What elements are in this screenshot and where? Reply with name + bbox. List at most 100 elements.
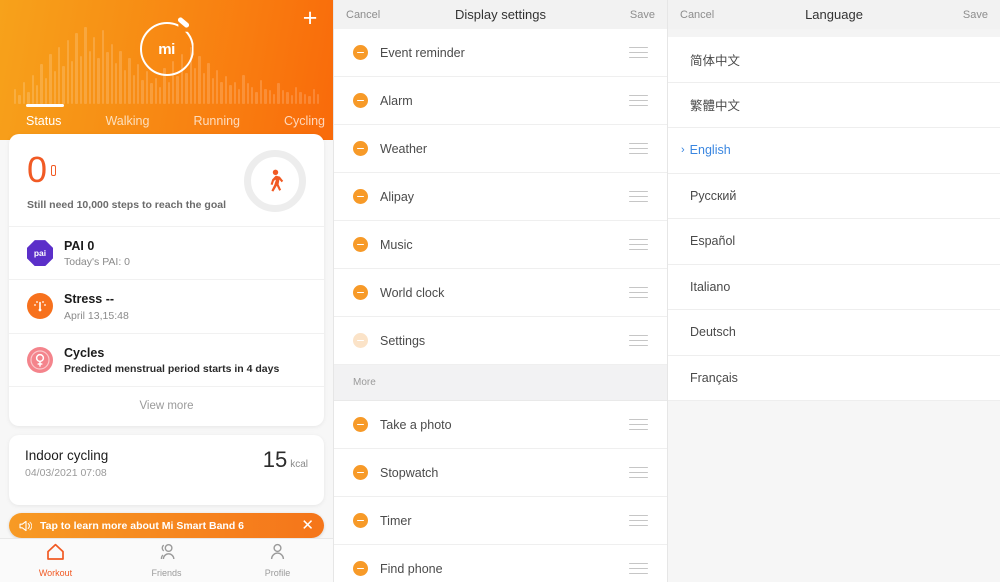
display-setting-row[interactable]: Alarm: [334, 77, 667, 125]
nav-item-label: Workout: [38, 568, 73, 578]
display-setting-label: Alarm: [380, 93, 413, 108]
promo-toast[interactable]: Tap to learn more about Mi Smart Band 6 …: [9, 513, 324, 538]
steps-progress-ring[interactable]: [244, 150, 306, 212]
metric-row[interactable]: Cycles Predicted menstrual period starts …: [9, 332, 324, 386]
drag-handle-icon[interactable]: [629, 94, 648, 107]
display-setting-row[interactable]: Alipay: [334, 173, 667, 221]
display-setting-row[interactable]: Music: [334, 221, 667, 269]
drag-handle-icon[interactable]: [629, 190, 648, 203]
view-more-button[interactable]: View more: [9, 385, 324, 426]
close-icon[interactable]: ✕: [301, 518, 314, 533]
drag-handle-icon[interactable]: [629, 466, 648, 479]
three-panel-screenshot: + mi Status Walking Running Cycling 0 Still…: [0, 0, 1000, 582]
drag-handle-icon[interactable]: [629, 334, 648, 347]
remove-minus-icon[interactable]: [353, 285, 368, 300]
steps-text-block: 0 Still need 10,000 steps to reach the g…: [27, 148, 244, 211]
remove-minus-icon[interactable]: [353, 417, 368, 432]
remove-minus-icon[interactable]: [353, 189, 368, 204]
metric-text: PAI 0 Today's PAI: 0: [64, 238, 306, 268]
mi-logo-text: mi: [158, 40, 175, 58]
remove-minus-icon[interactable]: [353, 141, 368, 156]
drag-handle-icon[interactable]: [629, 46, 648, 59]
remove-minus-icon[interactable]: [353, 45, 368, 60]
metric-title: PAI 0: [64, 239, 95, 253]
language-label: 简体中文: [690, 53, 741, 68]
step-count: 0: [27, 148, 48, 190]
language-label: Deutsch: [690, 325, 736, 340]
display-setting-row[interactable]: World clock: [334, 269, 667, 317]
home-tab-cycling[interactable]: Cycling: [284, 114, 325, 132]
nav-item-friends[interactable]: Friends: [111, 539, 222, 582]
metric-row[interactable]: Stress -- April 13,15:48: [9, 279, 324, 332]
friends-icon: [156, 543, 177, 565]
drag-handle-icon[interactable]: [629, 142, 648, 155]
drag-handle-icon[interactable]: [629, 238, 648, 251]
profile-icon: [269, 543, 286, 565]
remove-minus-icon[interactable]: [353, 93, 368, 108]
home-header: + mi Status Walking Running Cycling: [0, 0, 333, 140]
steps-summary-row: 0 Still need 10,000 steps to reach the g…: [9, 134, 324, 226]
cancel-button[interactable]: Cancel: [680, 9, 714, 21]
display-setting-label: Music: [380, 237, 413, 252]
remove-minus-icon[interactable]: [353, 237, 368, 252]
workout-calories: 15 kcal: [263, 447, 308, 473]
page-title: Language: [805, 7, 863, 22]
drag-handle-icon[interactable]: [629, 418, 648, 431]
display-setting-row[interactable]: Event reminder: [334, 29, 667, 77]
language-label: Italiano: [690, 279, 731, 294]
nav-item-profile[interactable]: Profile: [222, 539, 333, 582]
section-header-more: More: [334, 365, 667, 401]
remove-minus-icon[interactable]: [353, 333, 368, 348]
display-setting-row[interactable]: Timer: [334, 497, 667, 545]
display-settings-more-list: Take a photo Stopwatch Timer Find phone: [334, 401, 667, 582]
remove-minus-icon[interactable]: [353, 561, 368, 576]
language-label: Русский: [690, 188, 737, 203]
display-setting-label: Event reminder: [380, 45, 465, 60]
home-tab-running[interactable]: Running: [193, 114, 240, 132]
step-goal-text: Still need 10,000 steps to reach the goa…: [27, 198, 226, 211]
mifit-home-panel: + mi Status Walking Running Cycling 0 Still…: [0, 0, 333, 582]
home-tab-status[interactable]: Status: [26, 104, 65, 132]
language-row[interactable]: › English: [668, 128, 1000, 174]
add-device-button[interactable]: +: [297, 6, 323, 32]
display-setting-row[interactable]: Stopwatch: [334, 449, 667, 497]
metric-text: Stress -- April 13,15:48: [64, 291, 306, 321]
language-row[interactable]: Français: [668, 355, 1000, 401]
drag-handle-icon[interactable]: [629, 286, 648, 299]
nav-item-workout[interactable]: Workout: [0, 539, 111, 582]
display-setting-label: Take a photo: [380, 417, 452, 432]
display-settings-header: Cancel Display settings Save: [334, 0, 667, 29]
display-setting-label: Timer: [380, 513, 412, 528]
display-setting-row[interactable]: Settings: [334, 317, 667, 365]
language-row[interactable]: Русский: [668, 173, 1000, 219]
language-row[interactable]: Español: [668, 219, 1000, 265]
display-setting-label: Stopwatch: [380, 465, 439, 480]
save-button[interactable]: Save: [630, 9, 655, 21]
save-button[interactable]: Save: [963, 9, 988, 21]
language-label: English: [689, 143, 731, 158]
language-label: Français: [690, 370, 738, 385]
remove-minus-icon[interactable]: [353, 465, 368, 480]
remove-minus-icon[interactable]: [353, 513, 368, 528]
language-row[interactable]: Deutsch: [668, 310, 1000, 356]
cancel-button[interactable]: Cancel: [346, 9, 380, 21]
metric-title: Stress --: [64, 292, 115, 307]
display-setting-row[interactable]: Take a photo: [334, 401, 667, 449]
walking-person-icon: [270, 169, 284, 192]
language-row[interactable]: Italiano: [668, 264, 1000, 310]
drag-handle-icon[interactable]: [629, 562, 648, 575]
workout-card[interactable]: Indoor cycling 04/03/2021 07:08 15 kcal: [9, 434, 324, 505]
drag-handle-icon[interactable]: [629, 514, 648, 527]
display-setting-label: Settings: [380, 333, 426, 348]
language-row[interactable]: 繁體中文: [668, 82, 1000, 128]
language-list-top-gap: [668, 29, 1000, 37]
display-setting-row[interactable]: Find phone: [334, 545, 667, 582]
display-setting-label: Find phone: [380, 561, 443, 576]
display-setting-row[interactable]: Weather: [334, 125, 667, 173]
display-setting-label: World clock: [380, 285, 445, 300]
metric-row[interactable]: pai PAI 0 Today's PAI: 0: [9, 226, 324, 279]
home-tab-walking[interactable]: Walking: [105, 114, 149, 132]
gauge-glyph: [34, 301, 46, 312]
promo-toast-text: Tap to learn more about Mi Smart Band 6: [40, 519, 245, 532]
language-row[interactable]: 简体中文: [668, 37, 1000, 83]
